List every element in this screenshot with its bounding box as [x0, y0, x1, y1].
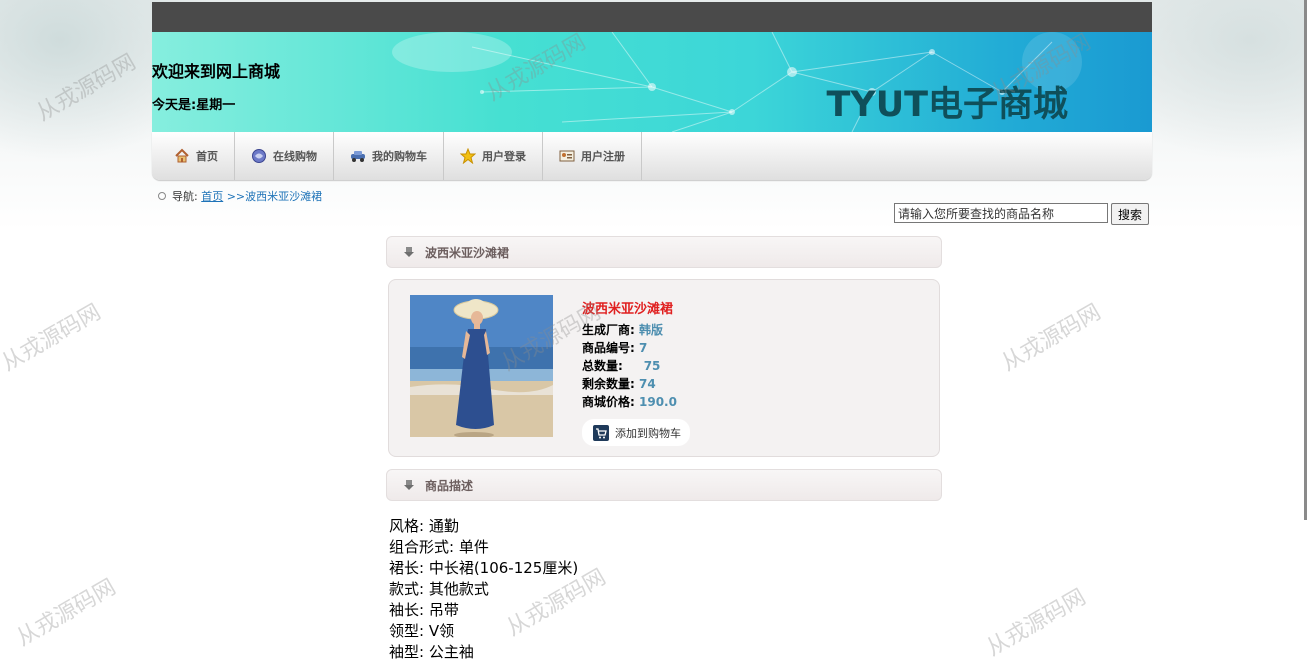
- cart-icon: [593, 424, 609, 441]
- menu-item-shopping[interactable]: 在线购物: [235, 132, 334, 180]
- description-line: 款式: 其他款式: [389, 580, 489, 598]
- id-card-icon: [559, 150, 575, 162]
- search-button[interactable]: 搜索: [1111, 203, 1150, 225]
- site-container: 欢迎来到网上商城 今天是:星期一 TYUT电子商城 首页 在线购物 我的购物车 …: [152, 2, 1152, 180]
- description-line: 袖长: 吊带: [389, 601, 459, 619]
- breadcrumb: 导航: 首页 >>波西米亚沙滩裙: [158, 188, 322, 204]
- menu-item-label: 首页: [196, 150, 218, 163]
- product-image[interactable]: [410, 295, 553, 437]
- breadcrumb-current: >>波西米亚沙滩裙: [226, 190, 323, 203]
- product-panel-header: 波西米亚沙滩裙: [386, 236, 942, 268]
- product-description: 风格: 通勤 组合形式: 单件 裙长: 中长裙(106-125厘米) 款式: 其…: [389, 516, 578, 663]
- bullet-icon: [158, 192, 166, 200]
- description-line: 领型: V领: [389, 622, 455, 640]
- description-line: 组合形式: 单件: [389, 538, 489, 556]
- breadcrumb-prefix: 导航:: [172, 190, 198, 203]
- field-total-quantity: 总数量: 75: [582, 359, 661, 373]
- field-remaining-quantity: 剩余数量: 74: [582, 377, 656, 391]
- description-line: 风格: 通勤: [389, 517, 459, 535]
- breadcrumb-home-link[interactable]: 首页: [201, 188, 223, 204]
- down-arrow-icon: [404, 480, 414, 490]
- today-text: 今天是:星期一: [152, 98, 236, 113]
- description-line: 裙长: 中长裙(106-125厘米): [389, 559, 579, 577]
- field-product-id: 商品编号: 7: [582, 341, 648, 355]
- search-bar: 搜索: [894, 203, 1150, 225]
- home-icon: [175, 148, 189, 163]
- welcome-text: 欢迎来到网上商城: [152, 62, 281, 81]
- header-banner: 欢迎来到网上商城 今天是:星期一 TYUT电子商城: [152, 32, 1152, 132]
- description-panel-title: 商品描述: [425, 478, 474, 493]
- field-price: 商城价格: 190.0: [582, 395, 677, 409]
- menu-item-cart[interactable]: 我的购物车: [334, 132, 444, 180]
- menu-item-register[interactable]: 用户注册: [543, 132, 642, 180]
- product-card: 波西米亚沙滩裙 生成厂商: 韩版 商品编号: 7 总数量: 75 剩余数量: 7…: [388, 279, 940, 457]
- description-line: 袖型: 公主袖: [389, 643, 474, 661]
- menu-item-home[interactable]: 首页: [158, 132, 235, 180]
- menu-item-login[interactable]: 用户登录: [444, 132, 543, 180]
- add-to-cart-label: 添加到购物车: [615, 426, 681, 440]
- description-panel-header: 商品描述: [386, 469, 942, 501]
- menu-item-label: 在线购物: [273, 150, 317, 163]
- menu-item-label: 我的购物车: [372, 150, 427, 163]
- star-icon: [460, 148, 476, 164]
- shopping-globe-icon: [252, 149, 266, 163]
- top-strip: [152, 2, 1152, 32]
- add-to-cart-button[interactable]: 添加到购物车: [582, 419, 690, 446]
- product-panel-title: 波西米亚沙滩裙: [425, 245, 510, 260]
- main-menu: 首页 在线购物 我的购物车 用户登录 用户注册: [152, 132, 1152, 180]
- product-info: 波西米亚沙滩裙 生成厂商: 韩版 商品编号: 7 总数量: 75 剩余数量: 7…: [582, 298, 677, 411]
- search-input[interactable]: [894, 203, 1108, 223]
- down-arrow-icon: [404, 247, 414, 257]
- menu-item-label: 用户注册: [581, 150, 625, 163]
- car-icon: [351, 151, 365, 162]
- menu-item-label: 用户登录: [482, 150, 526, 163]
- site-brand: TYUT电子商城: [826, 85, 1068, 125]
- field-manufacturer: 生成厂商: 韩版: [582, 323, 664, 337]
- product-name: 波西米亚沙滩裙: [582, 302, 674, 317]
